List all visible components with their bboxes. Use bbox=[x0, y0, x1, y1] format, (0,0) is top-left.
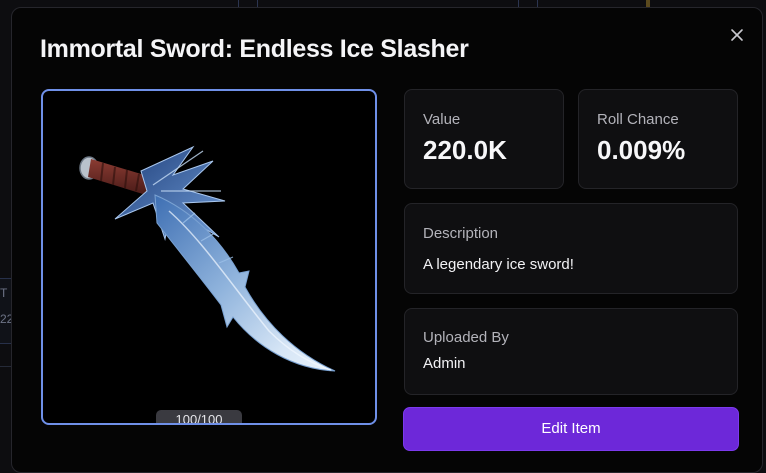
uploaded-by-label: Uploaded By bbox=[423, 329, 509, 346]
value-amount: 220.0K bbox=[423, 135, 507, 165]
value-card: Value 220.0K bbox=[404, 89, 564, 189]
background-card-text: T bbox=[0, 286, 8, 300]
edit-item-button[interactable]: Edit Item bbox=[403, 407, 739, 451]
item-image-frame: 100/100 bbox=[41, 89, 377, 425]
uploaded-by-value: Admin bbox=[423, 355, 466, 372]
stock-badge: 100/100 bbox=[156, 410, 242, 423]
description-text: A legendary ice sword! bbox=[423, 256, 574, 273]
item-details-modal: Immortal Sword: Endless Ice Slasher 100/… bbox=[11, 7, 763, 473]
roll-chance-label: Roll Chance bbox=[597, 111, 679, 128]
uploaded-by-card: Uploaded By Admin bbox=[404, 308, 738, 395]
close-icon[interactable] bbox=[727, 25, 747, 45]
close-button[interactable] bbox=[727, 25, 747, 45]
value-label: Value bbox=[423, 111, 461, 128]
description-card: Description A legendary ice sword! bbox=[404, 203, 738, 294]
description-label: Description bbox=[423, 225, 499, 242]
modal-title: Immortal Sword: Endless Ice Slasher bbox=[40, 35, 469, 63]
roll-chance-value: 0.009% bbox=[597, 135, 686, 165]
ice-sword-image bbox=[79, 145, 336, 372]
roll-chance-card: Roll Chance 0.009% bbox=[578, 89, 738, 189]
